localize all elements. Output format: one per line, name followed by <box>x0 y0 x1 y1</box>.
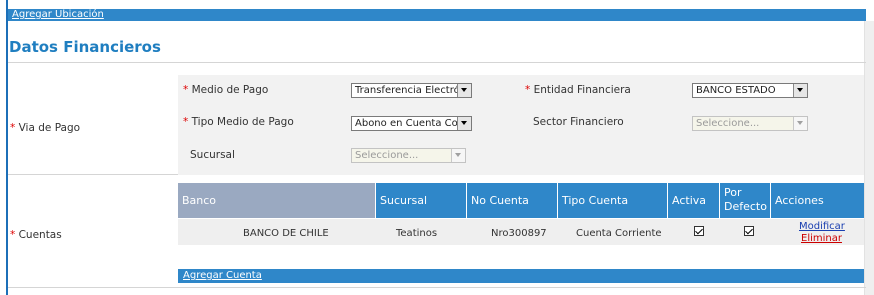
medio-pago-select[interactable]: Transferencia Electró <box>351 83 472 98</box>
sucursal-label: Sucursal <box>190 149 235 161</box>
col-header-no-cuenta: No Cuenta <box>467 183 558 218</box>
modify-link[interactable]: Modificar <box>799 221 845 232</box>
col-header-por-defecto: Por Defecto <box>720 183 771 218</box>
dropdown-arrow-icon <box>457 84 471 97</box>
sector-label: Sector Financiero <box>533 116 624 128</box>
add-account-link[interactable]: Agregar Cuenta <box>183 270 262 282</box>
medio-pago-label: * Medio de Pago <box>183 84 269 96</box>
tipo-medio-label: * Tipo Medio de Pago <box>183 116 294 128</box>
add-account-bar: Agregar Cuenta <box>178 269 864 283</box>
col-header-tipo-cuenta: Tipo Cuenta <box>558 183 668 218</box>
sector-select[interactable]: Seleccione... <box>692 116 808 131</box>
col-header-banco: Banco <box>178 183 376 218</box>
col-header-sucursal: Sucursal <box>376 183 467 218</box>
dropdown-arrow-icon <box>793 117 807 130</box>
col-header-acciones: Acciones <box>771 183 864 218</box>
dropdown-arrow-icon <box>457 117 471 130</box>
cell-sucursal: Teatinos <box>396 228 438 239</box>
entidad-label: * Entidad Financiera <box>525 84 631 96</box>
tipo-medio-select[interactable]: Abono en Cuenta Cor <box>351 116 472 131</box>
cell-banco: BANCO DE CHILE <box>243 228 329 239</box>
dropdown-arrow-icon <box>793 84 807 97</box>
add-location-link[interactable]: Agregar Ubicación <box>12 9 104 21</box>
page: Agregar Ubicación Datos Financieros * Vi… <box>0 0 874 295</box>
cell-tipo-cuenta: Cuenta Corriente <box>576 228 662 239</box>
divider <box>8 287 866 288</box>
sucursal-select[interactable]: Seleccione... <box>351 148 466 163</box>
accounts-side-label: * Cuentas <box>10 229 62 241</box>
entidad-select[interactable]: BANCO ESTADO <box>692 83 808 98</box>
section-title: Datos Financieros <box>9 38 161 56</box>
dropdown-arrow-icon <box>451 149 465 162</box>
activa-checkbox[interactable] <box>694 226 704 236</box>
payment-side-label: * Via de Pago <box>10 122 81 134</box>
divider <box>8 174 178 175</box>
top-bar: Agregar Ubicación <box>8 9 866 21</box>
cell-no-cuenta: Nro300897 <box>491 228 547 239</box>
left-border <box>6 0 8 295</box>
por-defecto-checkbox[interactable] <box>744 226 754 236</box>
col-header-activa: Activa <box>668 183 720 218</box>
delete-link[interactable]: Eliminar <box>801 233 842 244</box>
divider <box>8 62 866 63</box>
